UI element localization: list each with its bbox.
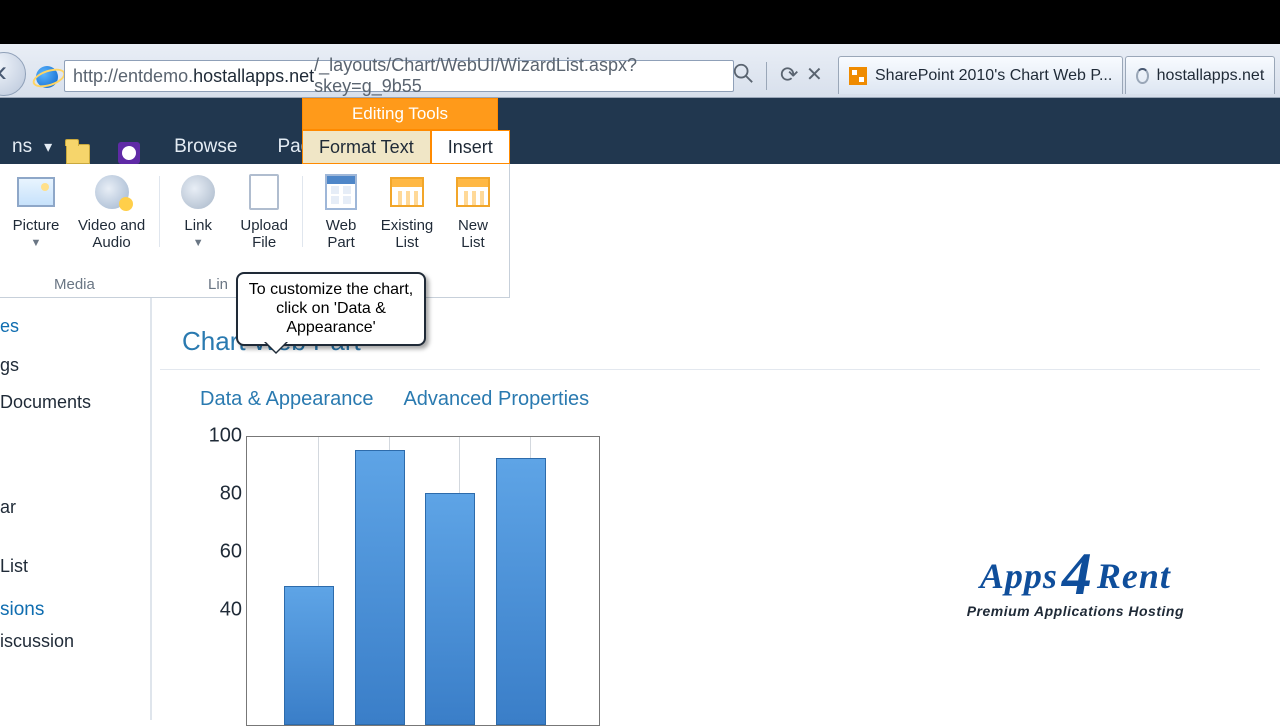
back-button[interactable] — [0, 52, 26, 96]
upload-file-button[interactable]: Upload File — [234, 172, 294, 251]
video-icon — [95, 175, 129, 209]
web-part-label: Web Part — [326, 218, 357, 251]
instruction-callout: To customize the chart, click on 'Data &… — [236, 272, 426, 346]
upload-icon — [249, 174, 279, 210]
folder-icon[interactable] — [66, 144, 90, 164]
sharepoint-ribbon: Editing Tools ns ▾ Browse Page Format Te… — [0, 98, 1280, 164]
quick-launch-nav: es gs Documents ar List sions iscussion — [0, 298, 152, 720]
web-part-button[interactable]: Web Part — [311, 172, 371, 251]
ql-item[interactable]: Documents — [0, 384, 146, 421]
separator — [766, 62, 767, 90]
stop-icon[interactable]: ✕ — [806, 62, 823, 87]
y-tick-label: 40 — [220, 599, 242, 622]
new-list-label: New List — [458, 218, 488, 251]
group-links-label: Lin — [208, 276, 228, 293]
ie-icon — [36, 66, 58, 88]
url-pre: http://entdemo. — [73, 66, 193, 87]
picture-label: Picture — [13, 218, 60, 235]
video-label: Video and Audio — [78, 218, 145, 251]
web-part-icon — [325, 174, 357, 210]
apps4rent-watermark: Apps4Rent Premium Applications Hosting — [967, 534, 1184, 619]
browser-tab-1[interactable]: SharePoint 2010's Chart Web P... — [838, 56, 1123, 94]
ql-heading[interactable]: sions — [0, 585, 146, 623]
existing-list-button[interactable]: Existing List — [377, 172, 437, 251]
data-appearance-link[interactable]: Data & Appearance — [200, 388, 373, 411]
wm-4: 4 — [1058, 541, 1097, 607]
ql-item[interactable]: es — [0, 308, 146, 345]
link-label: Link — [184, 218, 212, 235]
tab-2-label: hostallapps.net — [1157, 67, 1265, 85]
address-bar[interactable]: http://entdemo.hostallapps.net/_layouts/… — [64, 60, 734, 92]
chart-bar — [425, 493, 475, 725]
chart-web-part: 406080100 — [246, 436, 606, 726]
search-icon[interactable] — [732, 62, 758, 88]
drop-caret-icon: ▾ — [44, 137, 52, 157]
reload-icon[interactable]: ⟳ — [780, 62, 798, 88]
contextual-tab-title: Editing Tools — [302, 98, 498, 130]
ql-item[interactable]: gs — [0, 347, 146, 384]
link-icon — [181, 175, 215, 209]
y-tick-label: 100 — [209, 425, 242, 448]
subtab-format-text[interactable]: Format Text — [302, 130, 431, 164]
chevron-down-icon: ▼ — [31, 237, 42, 249]
truncated-menu[interactable]: ns — [0, 130, 44, 164]
upload-label: Upload File — [240, 218, 288, 251]
tab-1-label: SharePoint 2010's Chart Web P... — [875, 67, 1112, 85]
subtab-insert[interactable]: Insert — [431, 130, 510, 164]
chart-bar — [355, 450, 405, 726]
picture-button[interactable]: Picture ▼ — [6, 172, 66, 251]
existing-list-label: Existing List — [381, 218, 434, 251]
video-audio-button[interactable]: Video and Audio — [72, 172, 151, 251]
advanced-properties-link[interactable]: Advanced Properties — [403, 388, 589, 411]
browser-tab-2[interactable]: hostallapps.net — [1125, 56, 1275, 94]
new-list-button[interactable]: New List — [443, 172, 503, 251]
url-post: /_layouts/Chart/WebUI/WizardList.aspx?sk… — [314, 55, 725, 97]
wm-a: Apps — [980, 556, 1058, 596]
ql-item[interactable]: iscussion — [0, 623, 146, 660]
ql-item[interactable]: List — [0, 548, 146, 585]
y-tick-label: 60 — [220, 541, 242, 564]
browser-chrome: http://entdemo.hostallapps.net/_layouts/… — [0, 44, 1280, 98]
wm-b: Rent — [1097, 556, 1171, 596]
chevron-down-icon: ▼ — [193, 237, 204, 249]
ql-item[interactable]: ar — [0, 489, 146, 526]
existing-list-icon — [390, 177, 424, 207]
y-tick-label: 80 — [220, 483, 242, 506]
chart-bar — [496, 458, 546, 725]
chart-bar — [284, 586, 334, 725]
url-host: hostallapps.net — [193, 66, 314, 87]
group-media-label: Media — [54, 276, 95, 293]
tab-browse[interactable]: Browse — [154, 130, 257, 164]
link-button[interactable]: Link ▼ — [168, 172, 228, 251]
loading-spinner-icon — [1136, 68, 1148, 84]
picture-icon — [17, 177, 55, 207]
edit-icon[interactable] — [118, 142, 140, 164]
new-list-icon — [456, 177, 490, 207]
sharepoint-favicon-icon — [849, 67, 867, 85]
